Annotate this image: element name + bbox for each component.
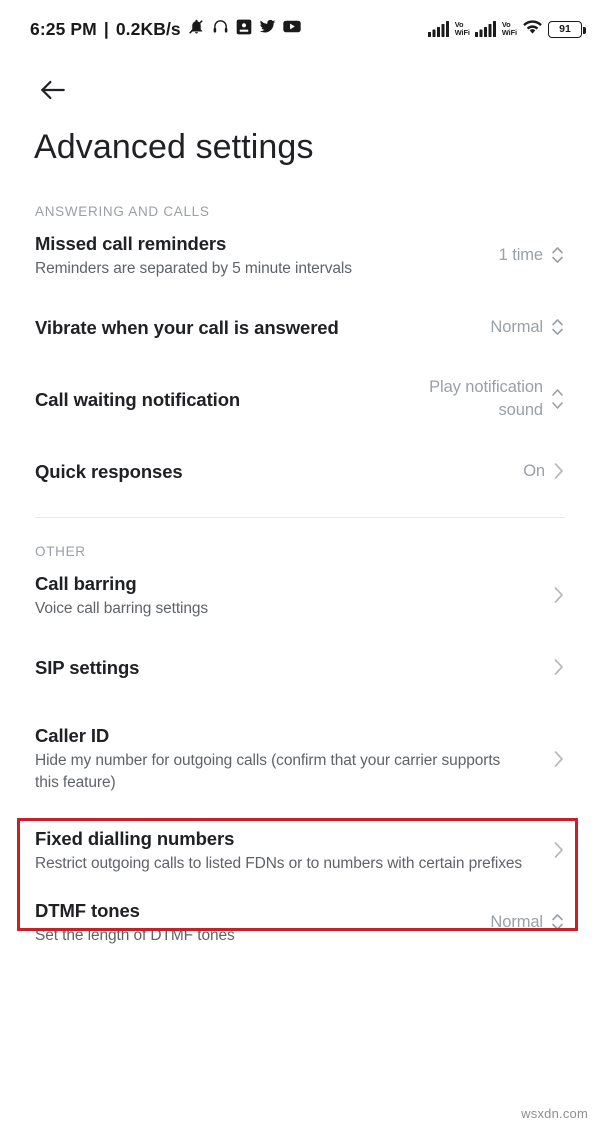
row-control[interactable]: Normal [490,911,565,934]
setting-row-call-barring[interactable]: Call barring Voice call barring settings [0,567,600,623]
app-square-icon [236,19,252,40]
arrow-left-icon [41,80,65,100]
signal-bars-sim1-icon [427,21,450,37]
row-text: Fixed dialling numbers Restrict outgoing… [35,826,525,875]
row-title: Missed call reminders [35,232,227,254]
setting-row-quick-responses[interactable]: Quick responses On [0,443,600,499]
row-control[interactable]: On [523,460,565,483]
row-text: Quick responses [35,459,509,484]
battery-icon: 91 [548,20,586,38]
row-control[interactable] [552,748,565,770]
volte-wifi-label-sim2: Vo WiFi [501,20,517,37]
row-text: SIP settings [35,655,538,680]
chevron-right-icon[interactable] [552,656,565,678]
row-title: Vibrate when your call is answered [35,316,339,338]
setting-row-caller-id[interactable]: Caller ID Hide my number for outgoing ca… [0,723,600,794]
chevron-right-icon[interactable] [552,460,565,482]
row-title: Quick responses [35,460,183,482]
bell-muted-icon [188,18,205,40]
row-subtitle: Reminders are separated by 5 minute inte… [35,259,352,277]
chevron-right-icon[interactable] [552,584,565,606]
row-text: Missed call reminders Reminders are sepa… [35,231,485,280]
row-subtitle: Hide my number for outgoing calls (confi… [35,752,501,791]
row-control[interactable] [552,656,565,678]
row-subtitle: Voice call barring settings [35,599,209,617]
headphones-icon [212,18,229,40]
watermark: wsxdn.com [521,1106,588,1121]
row-control[interactable]: Play notification sound [393,376,565,422]
row-subtitle: Restrict outgoing calls to listed FDNs o… [35,854,523,872]
section-header-other: OTHER [35,544,86,559]
row-control[interactable] [552,584,565,606]
row-text: Vibrate when your call is answered [35,315,476,340]
status-data-rate: 0.2KB/s [115,18,181,39]
section-header-answering-and-calls: ANSWERING AND CALLS [35,204,210,219]
signal-bars-sim2-icon [474,21,497,37]
settings-list: ANSWERING AND CALLS Missed call reminder… [0,190,600,950]
row-value: 1 time [498,245,543,264]
stepper-updown-icon[interactable] [550,911,565,933]
row-subtitle: Set the length of DTMF tones [35,926,235,944]
row-text: Call waiting notification [35,387,379,412]
status-notification-icons [188,18,301,40]
volte-wifi-label-sim1: Vo WiFi [454,20,470,37]
setting-row-call-waiting-notification[interactable]: Call waiting notification Play notificat… [0,371,600,427]
status-bar: 6:25 PM | 0.2KB/s Vo WiFi Vo WiFi 91 [0,0,600,58]
battery-percent-label: 91 [559,22,571,35]
status-bar-left: 6:25 PM | 0.2KB/s [30,18,301,40]
row-title: Call waiting notification [35,388,241,410]
row-title: SIP settings [35,656,140,678]
row-title: DTMF tones [35,899,140,921]
stepper-updown-icon[interactable] [550,382,565,416]
setting-row-sip-settings[interactable]: SIP settings [0,639,600,695]
row-value: Normal [490,317,543,336]
page-title: Advanced settings [34,128,314,166]
setting-row-dtmf-tones[interactable]: DTMF tones Set the length of DTMF tones … [0,894,600,950]
phone-screen: 6:25 PM | 0.2KB/s Vo WiFi Vo WiFi 91 Adv… [0,0,600,1128]
row-text: Caller ID Hide my number for outgoing ca… [35,723,525,794]
row-title: Fixed dialling numbers [35,827,235,849]
setting-row-missed-call-reminders[interactable]: Missed call reminders Reminders are sepa… [0,227,600,283]
vowifi-line2: WiFi [454,28,470,37]
back-button[interactable] [30,68,76,112]
row-value: On [523,461,545,480]
row-title: Call barring [35,572,137,594]
vowifi2-line2: WiFi [501,28,517,37]
chevron-right-icon[interactable] [552,748,565,770]
row-value: Normal [490,912,543,931]
youtube-icon [283,19,301,39]
stepper-updown-icon[interactable] [550,316,565,338]
stepper-updown-icon[interactable] [550,244,565,266]
row-control[interactable] [552,839,565,861]
wifi-icon [522,19,543,40]
status-separator: | [103,18,109,39]
chevron-right-icon[interactable] [552,839,565,861]
twitter-icon [259,18,276,40]
setting-row-fixed-dialling-numbers[interactable]: Fixed dialling numbers Restrict outgoing… [0,822,600,878]
row-text: Call barring Voice call barring settings [35,571,538,620]
row-title: Caller ID [35,725,110,746]
setting-row-vibrate-when-call-answered[interactable]: Vibrate when your call is answered Norma… [0,299,600,355]
row-control[interactable]: Normal [490,316,565,339]
row-value: Play notification sound [429,378,543,419]
row-text: DTMF tones Set the length of DTMF tones [35,898,476,947]
status-clock: 6:25 PM [30,18,97,39]
row-control[interactable]: 1 time [499,244,565,267]
status-bar-right: Vo WiFi Vo WiFi 91 [427,19,586,40]
